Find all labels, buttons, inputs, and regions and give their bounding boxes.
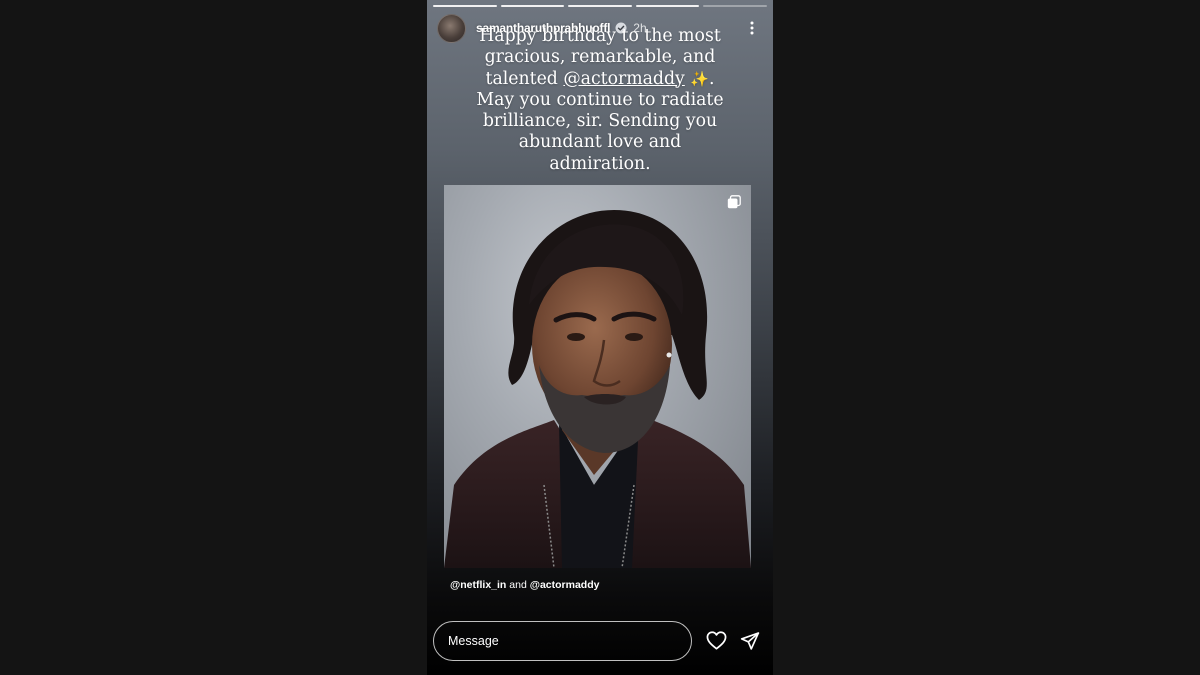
progress-segment (433, 5, 497, 7)
shared-post-image[interactable] (444, 185, 751, 568)
progress-segment (500, 5, 565, 7)
like-button[interactable] (703, 628, 729, 654)
message-input[interactable] (433, 620, 692, 661)
send-icon (740, 631, 760, 650)
reply-bar (433, 620, 763, 661)
page-background: samantharuthprabhuoffl 2h Happy birthday… (0, 0, 1200, 675)
progress-segment (568, 5, 632, 7)
caption-line: abundant love and (518, 132, 682, 153)
mention-link[interactable]: @actormaddy (563, 69, 684, 89)
caption-line: May you continue to radiate (476, 89, 724, 110)
progress-segment-active (703, 5, 767, 7)
tag-link-actormaddy[interactable]: @actormaddy (530, 579, 600, 591)
heart-icon (706, 631, 726, 650)
caption-line: Happy birthday to the most (479, 26, 721, 46)
caption-line: talented @actormaddy ✨. (435, 69, 765, 90)
caption-line: admiration. (549, 153, 651, 174)
caption-text: talented (485, 68, 564, 89)
story-progress-bar (433, 5, 767, 7)
story-caption: Happy birthday to the most gracious, rem… (435, 26, 765, 175)
caption-line: gracious, remarkable, and (484, 47, 716, 68)
carousel-icon (727, 195, 741, 209)
sparkles-emoji: ✨ (690, 69, 709, 88)
story-viewer[interactable]: samantharuthprabhuoffl 2h Happy birthday… (427, 0, 773, 675)
tag-link-netflix[interactable]: @netflix_in (450, 579, 506, 591)
tag-joiner: and (506, 579, 530, 591)
post-tags: @netflix_in and @actormaddy (450, 579, 599, 591)
caption-line: brilliance, sir. Sending you (482, 111, 718, 132)
portrait-illustration (444, 210, 751, 568)
progress-segment (635, 5, 700, 7)
caption-text: . (709, 68, 715, 89)
share-button[interactable] (737, 628, 763, 654)
